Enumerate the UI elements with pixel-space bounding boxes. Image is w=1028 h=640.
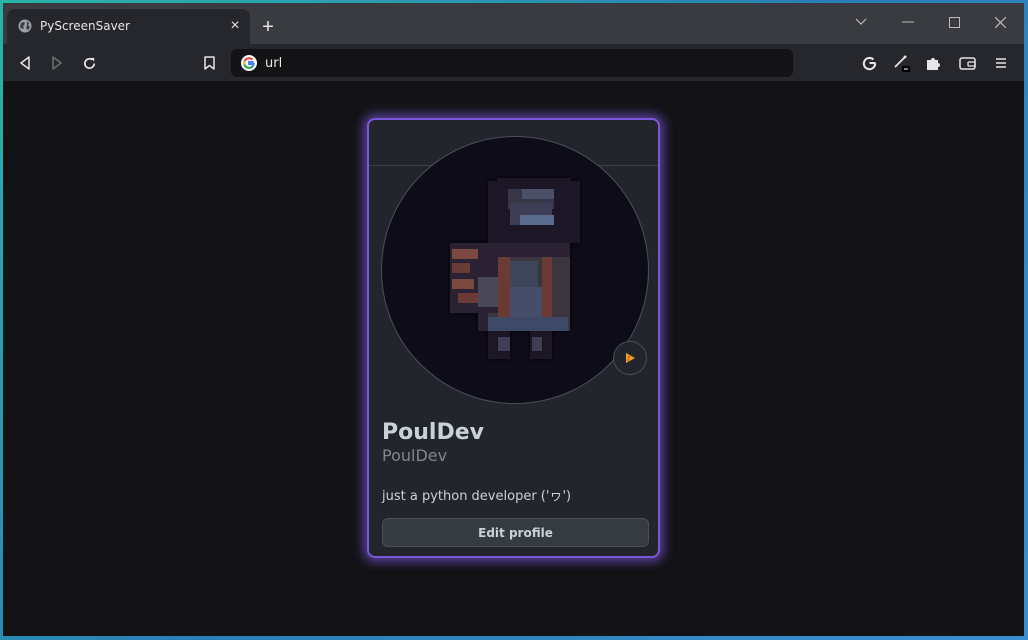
page-content: PoulDev PoulDev just a python developer … [3,81,1024,636]
reload-icon[interactable] [78,52,100,74]
maximize-icon[interactable] [939,10,969,34]
puzzle-icon[interactable] [922,52,944,74]
bio: just a python developer ('ヮ') [382,489,572,504]
display-name: PoulDev [382,420,484,445]
google-icon [241,55,257,71]
wallet-icon[interactable] [956,52,978,74]
address-bar[interactable]: url [231,49,793,77]
pen-icon[interactable] [890,52,912,74]
back-icon[interactable] [14,52,36,74]
pixel-art-avatar-icon [450,178,580,359]
bookmark-icon[interactable] [198,52,220,74]
tab-strip: PyScreenSaver × + [3,3,1024,44]
google-icon[interactable] [858,52,880,74]
chevron-down-icon[interactable] [846,10,876,34]
browser-window: PyScreenSaver × + url PoulDev PoulDev ju… [3,3,1024,636]
close-icon[interactable]: × [226,17,244,35]
browser-toolbar: url [3,44,1024,81]
edit-profile-button[interactable]: Edit profile [382,518,649,547]
minimize-icon[interactable] [893,10,923,34]
avatar[interactable] [381,136,649,404]
globe-icon [18,19,32,33]
tab-pyscreensaver[interactable]: PyScreenSaver × [7,9,250,44]
close-icon[interactable] [985,10,1015,34]
username: PoulDev [382,446,448,465]
profile-card: PoulDev PoulDev just a python developer … [367,118,660,558]
tab-title: PyScreenSaver [40,19,130,33]
menu-icon[interactable] [990,52,1012,74]
url-text: url [265,56,283,71]
status-emoji-icon [626,353,635,363]
new-tab-button[interactable]: + [258,17,278,38]
status-button[interactable] [613,341,647,375]
forward-icon[interactable] [46,52,68,74]
